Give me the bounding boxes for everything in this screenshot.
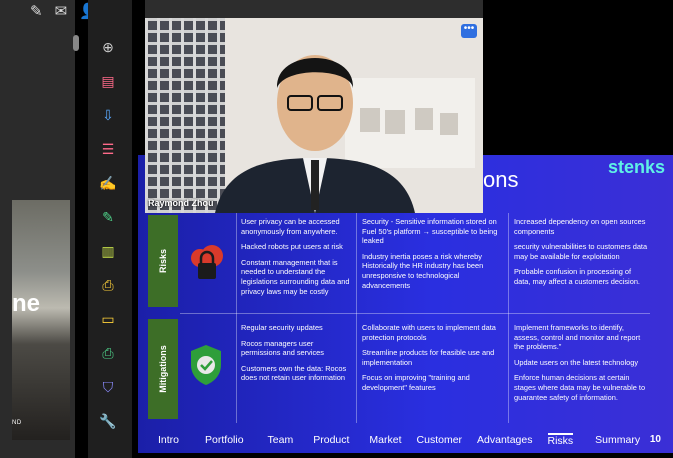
create-pdf-icon[interactable]: ▤ — [96, 70, 120, 92]
mitigation-cell-3: Implement frameworks to identify, assess… — [514, 323, 646, 402]
export-pdf-icon[interactable]: ⇩ — [96, 104, 120, 126]
divider — [508, 213, 509, 423]
mail-icon[interactable]: ✉ — [55, 3, 68, 20]
edit-pdf-icon[interactable]: ✎ — [96, 206, 120, 228]
print-icon[interactable]: ⎙ — [96, 342, 120, 364]
divider — [236, 213, 237, 423]
row-label-mitigations: Mitigations — [148, 319, 178, 419]
participant-video — [145, 18, 475, 213]
video-feed: Raymond Zhou ••• — [145, 18, 483, 213]
nav-risks[interactable]: Risks — [547, 433, 574, 447]
shield-check-icon — [191, 345, 221, 385]
nav-portfolio[interactable]: Portfolio — [205, 434, 244, 446]
nav-intro[interactable]: Intro — [158, 434, 179, 446]
edit-sign-icon[interactable]: ✎ — [30, 3, 43, 20]
video-header-bar[interactable] — [145, 0, 483, 18]
tools-icon[interactable]: 🔧 — [96, 410, 120, 432]
fill-sign-icon[interactable]: ✍ — [96, 172, 120, 194]
document-image — [12, 200, 70, 440]
nav-product[interactable]: Product — [313, 434, 349, 446]
nav-summary[interactable]: Summary — [595, 434, 640, 446]
nav-team[interactable]: Team — [268, 434, 294, 446]
compress-icon[interactable]: ▥ — [96, 240, 120, 262]
comment-icon[interactable]: ▭ — [96, 308, 120, 330]
risk-cell-2: Security - Sensitive information stored … — [362, 217, 498, 290]
document-panel: ne ND — [0, 0, 79, 458]
risk-cell-3: Increased dependency on open sources com… — [514, 217, 648, 286]
more-options-button[interactable]: ••• — [461, 24, 477, 38]
row-label-risks: Risks — [148, 215, 178, 307]
divider — [356, 213, 357, 423]
scrollbar-thumb[interactable] — [73, 35, 79, 51]
tools-sidebar: ⊕ ▤ ⇩ ☰ ✍ ✎ ▥ ⎙ ▭ ⎙ ⛉ 🔧 — [88, 0, 132, 458]
risk-cell-1: User privacy can be accessed anonymously… — [241, 217, 350, 296]
slide-navigation: Intro Portfolio Team Product Market Cust… — [138, 430, 673, 450]
nav-customer[interactable]: Customer — [417, 434, 463, 446]
slide-title: ons — [483, 167, 519, 192]
document-image-caption: ND — [12, 420, 22, 426]
brand-logo: stenks — [608, 157, 666, 177]
page-number: 10 — [649, 434, 661, 445]
participant-name: Raymond Zhou — [148, 198, 214, 208]
cloud-lock-icon — [191, 245, 223, 279]
divider — [180, 313, 650, 314]
organize-pages-icon[interactable]: ☰ — [96, 138, 120, 160]
zoom-in-icon[interactable]: ⊕ — [96, 36, 120, 58]
nav-advantages[interactable]: Advantages — [477, 434, 532, 446]
protect-icon[interactable]: ⛉ — [96, 376, 120, 398]
mitigation-cell-2: Collaborate with users to implement data… — [362, 323, 496, 392]
export-icon[interactable]: ⎙ — [96, 274, 120, 296]
mitigation-cell-1: Regular security updates Rocos managers u… — [241, 323, 347, 383]
document-image-text: ne — [12, 290, 41, 317]
risk-mitigation-table: Risks Mitigations User privacy can be ac… — [148, 213, 650, 423]
nav-market[interactable]: Market — [369, 434, 401, 446]
